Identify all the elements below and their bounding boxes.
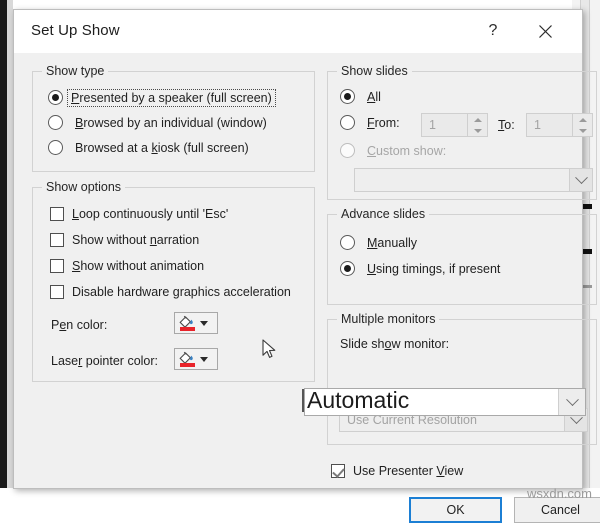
watermark: wsxdn.com bbox=[526, 486, 592, 501]
triangle-up-icon bbox=[473, 117, 482, 122]
radio-advance-manually-label: Manually bbox=[367, 235, 418, 250]
checkbox-show-without-animation-label: Show without animation bbox=[72, 259, 205, 273]
radio-presented-by-speaker[interactable]: Presented by a speaker (full screen) bbox=[48, 88, 276, 107]
chevron-down-icon[interactable] bbox=[200, 320, 208, 326]
radio-browsed-by-individual-label: Browsed by an individual (window) bbox=[75, 115, 267, 130]
radio-all-slides[interactable]: All bbox=[340, 89, 381, 104]
radio-custom-show-label: Custom show: bbox=[367, 143, 447, 158]
to-slide-spinner[interactable]: 1 bbox=[526, 113, 593, 137]
close-icon[interactable] bbox=[528, 16, 562, 46]
radio-browsed-at-kiosk[interactable]: Browsed at a kiosk (full screen) bbox=[48, 140, 249, 155]
radio-advance-using-timings[interactable]: Using timings, if present bbox=[340, 261, 500, 276]
slide-show-monitor-value: Automatic bbox=[307, 387, 410, 413]
radio-all-slides-label: All bbox=[367, 89, 381, 104]
pen-color-label: Pen color: bbox=[51, 318, 108, 332]
radio-browsed-at-kiosk-indicator bbox=[48, 140, 63, 155]
checkbox-disable-hardware-acceleration-box bbox=[50, 285, 64, 299]
backdrop-bottom-band bbox=[0, 488, 600, 502]
group-show-options-title: Show options bbox=[42, 180, 126, 194]
from-slide-value: 1 bbox=[429, 118, 436, 132]
dialog-titlebar: Set Up Show ? bbox=[14, 10, 582, 53]
radio-presented-by-speaker-indicator bbox=[48, 90, 63, 105]
checkbox-show-without-narration[interactable]: Show without narration bbox=[50, 233, 199, 247]
checkbox-use-presenter-view-box bbox=[331, 464, 345, 478]
radio-presented-by-speaker-label: Presented by a speaker (full screen) bbox=[67, 88, 276, 107]
mouse-cursor bbox=[262, 339, 278, 366]
triangle-up-icon bbox=[578, 117, 587, 122]
ok-button[interactable]: OK bbox=[409, 497, 502, 523]
chevron-down-icon bbox=[574, 170, 588, 184]
radio-custom-show-indicator bbox=[340, 143, 355, 158]
checkbox-use-presenter-view-label: Use Presenter View bbox=[353, 464, 464, 478]
to-slide-spinner-arrows[interactable] bbox=[572, 114, 592, 136]
radio-custom-show[interactable]: Custom show: bbox=[340, 143, 446, 158]
radio-from-label: From: bbox=[367, 115, 400, 130]
slide-show-monitor-dropdown-button[interactable] bbox=[558, 389, 585, 415]
paint-bucket-icon bbox=[177, 350, 197, 368]
to-slide-spin-down[interactable] bbox=[573, 125, 592, 136]
custom-show-dropdown-button[interactable] bbox=[569, 169, 592, 191]
radio-all-slides-indicator bbox=[340, 89, 355, 104]
pen-color-button[interactable] bbox=[174, 312, 218, 334]
checkbox-show-without-narration-label: Show without narration bbox=[72, 233, 200, 247]
triangle-down-icon bbox=[473, 128, 482, 133]
to-slide-label: To: bbox=[498, 118, 515, 132]
group-show-slides-title: Show slides bbox=[337, 64, 412, 78]
radio-advance-using-timings-indicator bbox=[340, 261, 355, 276]
from-slide-spin-up[interactable] bbox=[468, 114, 487, 125]
checkbox-loop-continuously-label: Loop continuously until 'Esc' bbox=[72, 207, 229, 221]
dialog-body: Show type Presented by a speaker (full s… bbox=[14, 53, 600, 523]
group-multiple-monitors-title: Multiple monitors bbox=[337, 312, 440, 326]
custom-show-combobox[interactable] bbox=[354, 168, 593, 192]
laser-pointer-color-button[interactable] bbox=[174, 348, 218, 370]
chevron-down-icon bbox=[565, 392, 579, 406]
backdrop-dark-edge bbox=[0, 0, 7, 502]
paint-bucket-icon bbox=[177, 314, 197, 332]
radio-advance-using-timings-label: Using timings, if present bbox=[367, 261, 501, 276]
checkbox-disable-hardware-acceleration-label: Disable hardware graphics acceleration bbox=[72, 285, 291, 299]
text-cursor bbox=[302, 389, 304, 412]
triangle-down-icon bbox=[578, 128, 587, 133]
checkbox-loop-continuously[interactable]: Loop continuously until 'Esc' bbox=[50, 207, 228, 221]
from-slide-spinner[interactable]: 1 bbox=[421, 113, 488, 137]
help-icon[interactable]: ? bbox=[476, 16, 510, 46]
checkbox-disable-hardware-acceleration[interactable]: Disable hardware graphics acceleration bbox=[50, 285, 291, 299]
chevron-down-icon[interactable] bbox=[200, 356, 208, 362]
group-advance-slides: Advance slides Manually Using timings, i… bbox=[327, 207, 597, 305]
checkbox-show-without-animation[interactable]: Show without animation bbox=[50, 259, 204, 273]
checkbox-show-without-narration-box bbox=[50, 233, 64, 247]
slide-show-monitor-label: Slide show monitor: bbox=[340, 337, 450, 351]
radio-browsed-at-kiosk-label: Browsed at a kiosk (full screen) bbox=[75, 140, 249, 155]
pen-color-swatch bbox=[180, 327, 195, 331]
radio-browsed-by-individual[interactable]: Browsed by an individual (window) bbox=[48, 115, 267, 130]
group-advance-slides-title: Advance slides bbox=[337, 207, 430, 221]
group-show-slides: Show slides All From: 1 To: 1 Custom sho… bbox=[327, 64, 597, 200]
checkbox-show-without-animation-box bbox=[50, 259, 64, 273]
from-slide-spinner-arrows[interactable] bbox=[467, 114, 487, 136]
radio-from-to[interactable]: From: bbox=[340, 115, 400, 130]
group-show-type-title: Show type bbox=[42, 64, 109, 78]
to-slide-spin-up[interactable] bbox=[573, 114, 592, 125]
laser-pointer-color-label: Laser pointer color: bbox=[51, 354, 159, 368]
from-slide-spin-down[interactable] bbox=[468, 125, 487, 136]
group-multiple-monitors: Multiple monitors Slide show monitor: Re… bbox=[327, 312, 597, 445]
radio-advance-manually[interactable]: Manually bbox=[340, 235, 417, 250]
set-up-show-dialog: Set Up Show ? Show type Presented by a s… bbox=[13, 9, 600, 523]
radio-browsed-by-individual-indicator bbox=[48, 115, 63, 130]
checkbox-loop-continuously-box bbox=[50, 207, 64, 221]
laser-pointer-color-swatch bbox=[180, 363, 195, 367]
to-slide-value: 1 bbox=[534, 118, 541, 132]
radio-advance-manually-indicator bbox=[340, 235, 355, 250]
dialog-title: Set Up Show bbox=[31, 22, 120, 39]
radio-from-to-indicator bbox=[340, 115, 355, 130]
checkbox-use-presenter-view[interactable]: Use Presenter View bbox=[331, 464, 463, 478]
group-show-type: Show type Presented by a speaker (full s… bbox=[32, 64, 315, 172]
